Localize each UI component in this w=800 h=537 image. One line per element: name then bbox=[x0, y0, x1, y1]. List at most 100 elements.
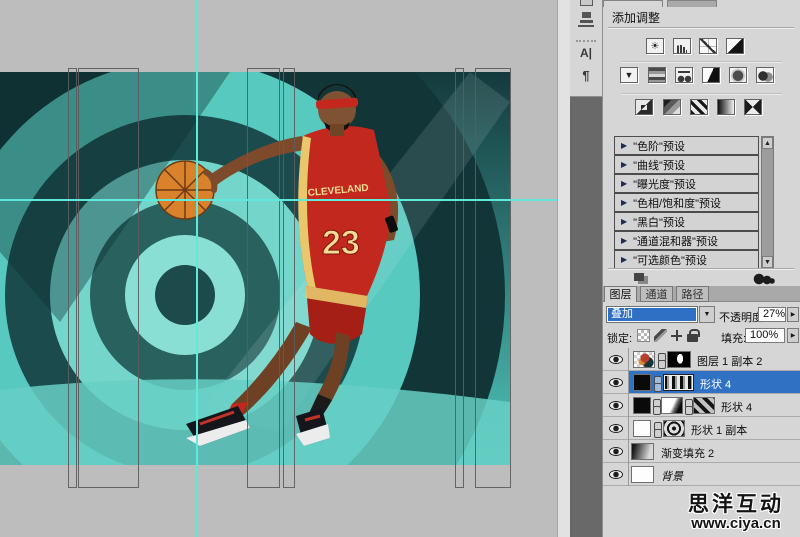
visibility-cell[interactable] bbox=[603, 417, 629, 440]
vector-mask-thumbnail[interactable] bbox=[693, 397, 715, 414]
mask-link-icon[interactable] bbox=[654, 422, 661, 435]
eye-icon[interactable] bbox=[609, 470, 623, 479]
opacity-slider-icon[interactable]: ▶ bbox=[787, 307, 799, 322]
layer-thumbnail[interactable] bbox=[633, 374, 651, 391]
expand-triangle-icon[interactable]: ▶ bbox=[621, 236, 627, 245]
layer-row-selected[interactable]: 形状 4 bbox=[603, 371, 800, 394]
layer-thumbnail[interactable] bbox=[633, 351, 655, 368]
levels-icon[interactable] bbox=[673, 38, 691, 54]
color-balance-icon[interactable] bbox=[675, 67, 693, 83]
expand-triangle-icon[interactable]: ▶ bbox=[621, 198, 627, 207]
layer-thumbnail[interactable] bbox=[633, 397, 651, 414]
eye-icon[interactable] bbox=[609, 447, 623, 456]
scroll-up-icon[interactable]: ▲ bbox=[762, 137, 773, 149]
paragraph-panel-icon[interactable]: ¶ bbox=[570, 68, 602, 83]
tab-layers[interactable]: 图层 bbox=[604, 286, 637, 302]
scroll-down-icon[interactable]: ▼ bbox=[762, 256, 773, 268]
preset-group-black-white[interactable]: ▶"黑白"预设 bbox=[614, 212, 759, 231]
vector-mask-thumbnail[interactable] bbox=[663, 374, 694, 391]
hue-saturation-icon[interactable] bbox=[648, 67, 666, 83]
adjustments-tab[interactable] bbox=[603, 0, 663, 7]
preset-group-exposure[interactable]: ▶"曝光度"预设 bbox=[614, 174, 759, 193]
layer-mask-thumbnail[interactable] bbox=[661, 397, 683, 414]
layer-name[interactable]: 形状 4 bbox=[700, 376, 731, 392]
visibility-cell[interactable] bbox=[603, 463, 629, 486]
mask-link-icon[interactable] bbox=[654, 376, 661, 389]
preset-group-hue-saturation[interactable]: ▶"色相/饱和度"预设 bbox=[614, 193, 759, 212]
preset-group-levels[interactable]: ▶"色阶"预设 bbox=[614, 136, 759, 155]
threshold-icon[interactable] bbox=[690, 99, 708, 115]
collapsed-panel-icon[interactable] bbox=[580, 0, 593, 6]
lock-transparency-icon[interactable] bbox=[637, 329, 650, 342]
black-white-icon[interactable] bbox=[702, 67, 720, 83]
eye-icon[interactable] bbox=[609, 378, 623, 387]
eye-icon[interactable] bbox=[609, 401, 623, 410]
blend-mode-dropdown-icon[interactable]: ▼ bbox=[699, 306, 715, 323]
layer-name[interactable]: 形状 1 副本 bbox=[691, 422, 747, 438]
layer-row[interactable]: 形状 1 副本 bbox=[603, 417, 800, 440]
expand-triangle-icon[interactable]: ▶ bbox=[621, 179, 627, 188]
lock-position-icon[interactable] bbox=[670, 329, 683, 342]
document-canvas[interactable]: CLEVELAND 23 bbox=[0, 0, 557, 537]
layer-name[interactable]: 渐变填充 2 bbox=[661, 445, 714, 461]
expand-triangle-icon[interactable]: ▶ bbox=[621, 255, 627, 264]
visibility-cell[interactable] bbox=[603, 394, 629, 417]
expand-triangle-icon[interactable]: ▶ bbox=[621, 141, 627, 150]
curves-icon[interactable] bbox=[699, 38, 717, 54]
vector-mask-thumbnail[interactable] bbox=[663, 420, 685, 437]
mask-link-icon[interactable] bbox=[653, 399, 660, 412]
clone-source-panel-icon[interactable] bbox=[577, 11, 595, 28]
posterize-icon[interactable] bbox=[663, 99, 681, 115]
character-panel-icon[interactable]: A| bbox=[570, 46, 602, 60]
layer-name[interactable]: 形状 4 bbox=[721, 399, 752, 415]
layer-mask-thumbnail[interactable] bbox=[667, 351, 691, 368]
lock-pixels-icon[interactable] bbox=[654, 329, 667, 342]
eye-icon[interactable] bbox=[609, 424, 623, 433]
opacity-input[interactable]: 27% bbox=[758, 307, 786, 322]
preset-group-curves[interactable]: ▶"曲线"预设 bbox=[614, 155, 759, 174]
layer-thumbnail[interactable] bbox=[631, 466, 654, 483]
layer-row[interactable]: 图层 1 副本 2 bbox=[603, 348, 800, 371]
selective-color-icon[interactable] bbox=[744, 99, 762, 115]
gradient-map-icon[interactable] bbox=[717, 99, 735, 115]
channel-mixer-icon[interactable] bbox=[756, 67, 774, 83]
layer-thumbnail[interactable] bbox=[633, 420, 651, 437]
row-background bbox=[629, 463, 800, 485]
masks-tab[interactable] bbox=[667, 0, 717, 7]
vertical-guide[interactable] bbox=[196, 0, 198, 537]
expand-triangle-icon[interactable]: ▶ bbox=[621, 217, 627, 226]
preset-scrollbar[interactable]: ▲ ▼ bbox=[761, 136, 774, 269]
layer-row[interactable]: 形状 4 bbox=[603, 394, 800, 417]
switch-panel-view-icon[interactable] bbox=[634, 273, 649, 285]
layer-row[interactable]: 背景 bbox=[603, 463, 800, 486]
layer-row[interactable]: 渐变填充 2 bbox=[603, 440, 800, 463]
blend-mode-select[interactable]: 叠加 bbox=[606, 306, 698, 323]
preset-group-selective-color[interactable]: ▶"可选颜色"预设 bbox=[614, 250, 759, 269]
lock-all-icon[interactable] bbox=[686, 329, 699, 342]
layer-name[interactable]: 图层 1 副本 2 bbox=[697, 353, 762, 369]
mask-link-icon[interactable] bbox=[658, 353, 665, 366]
tab-channels[interactable]: 通道 bbox=[640, 286, 673, 302]
invert-icon[interactable] bbox=[635, 99, 653, 115]
visibility-cell[interactable] bbox=[603, 348, 629, 371]
preset-group-channel-mixer[interactable]: ▶"通道混和器"预设 bbox=[614, 231, 759, 250]
visibility-cell[interactable] bbox=[603, 440, 629, 463]
mask-link-icon[interactable] bbox=[685, 399, 692, 412]
visibility-cell[interactable] bbox=[603, 371, 629, 394]
layer-name[interactable]: 背景 bbox=[661, 468, 683, 484]
fill-input[interactable]: 100% bbox=[745, 328, 785, 343]
layer-thumbnail[interactable] bbox=[631, 443, 654, 460]
eye-icon[interactable] bbox=[609, 355, 623, 364]
expand-triangle-icon[interactable]: ▶ bbox=[621, 160, 627, 169]
panel-column: 添加调整 ☀ ▼ ▶"色阶"预设 ▶"曲线"预设 ▶"曝光度"预设 ▶"色相/饱… bbox=[602, 0, 800, 537]
visibility-toggle-icon[interactable] bbox=[753, 273, 775, 285]
vibrance-icon[interactable]: ▼ bbox=[620, 67, 638, 83]
exposure-icon[interactable] bbox=[726, 38, 744, 54]
photo-filter-icon[interactable] bbox=[729, 67, 747, 83]
brightness-contrast-icon[interactable]: ☀ bbox=[646, 38, 664, 54]
adjustments-panel-title: 添加调整 bbox=[612, 9, 660, 26]
tab-paths[interactable]: 路径 bbox=[676, 286, 709, 302]
divider bbox=[621, 61, 782, 62]
horizontal-guide[interactable] bbox=[0, 199, 557, 201]
fill-slider-icon[interactable]: ▶ bbox=[787, 328, 799, 343]
